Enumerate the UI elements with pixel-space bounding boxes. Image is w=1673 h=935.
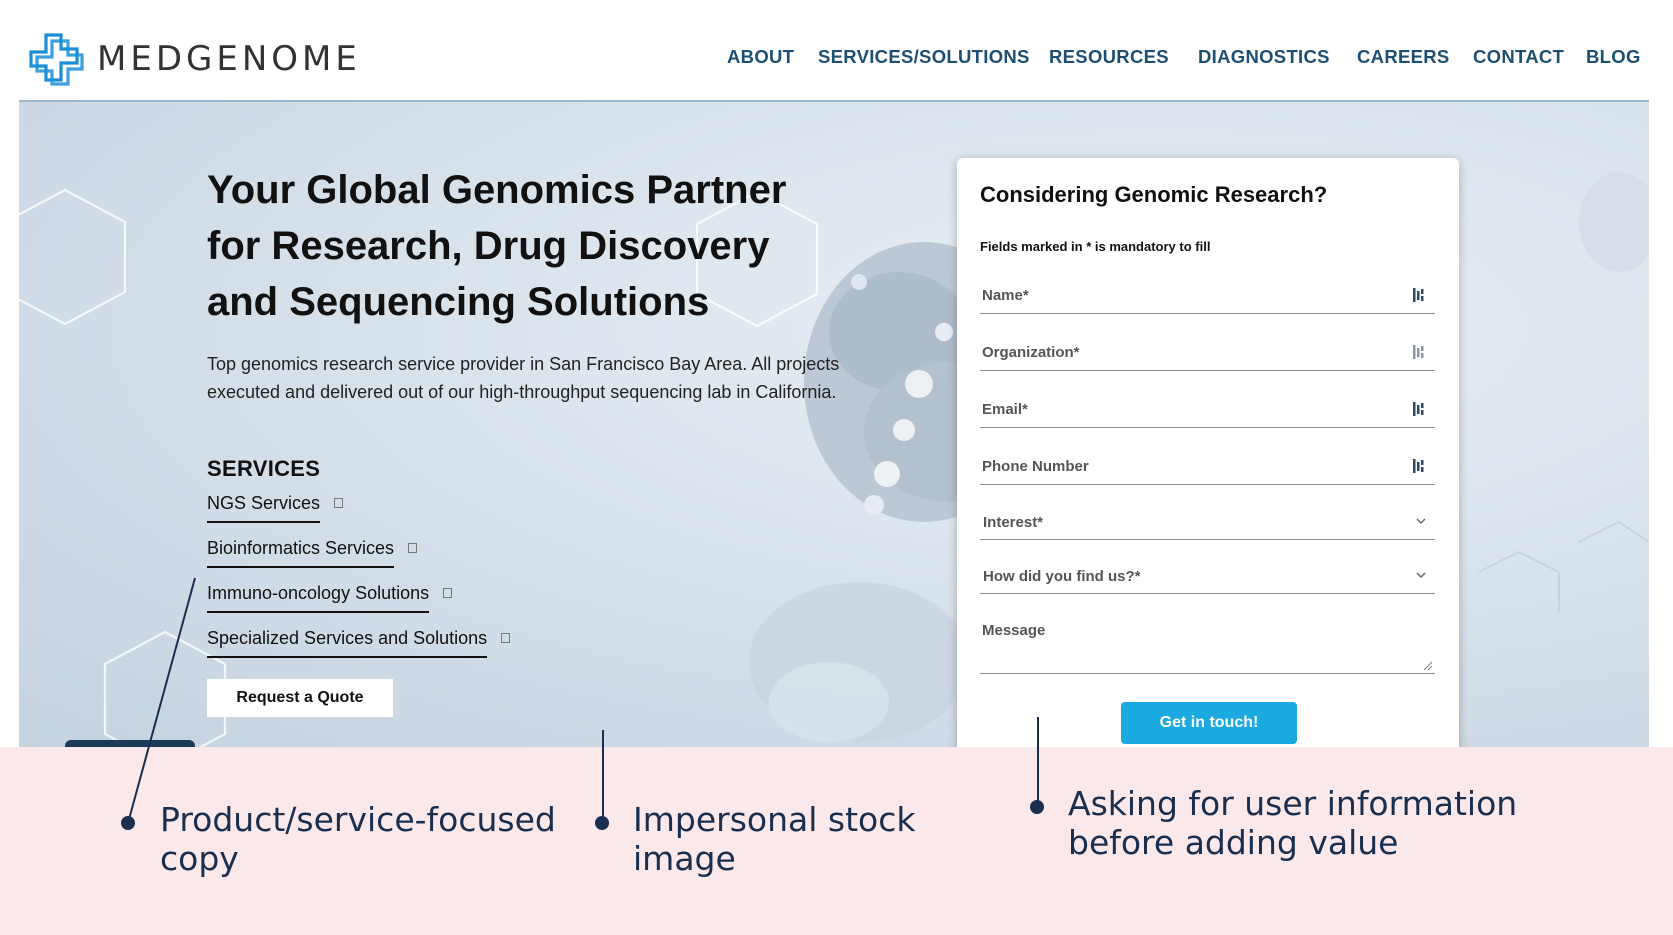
phone-field[interactable] <box>982 453 1402 479</box>
service-link-specialized[interactable]: Specialized Services and Solutions <box>207 628 511 658</box>
autofill-icon <box>1413 345 1424 359</box>
chevron-down-icon <box>1416 572 1426 579</box>
callout-line: Impersonal stock <box>633 800 916 839</box>
hero-subtitle-line: Top genomics research service provider i… <box>207 354 840 374</box>
service-link-label: Specialized Services and Solutions <box>207 628 488 658</box>
hero-title-line: and Sequencing Solutions <box>207 280 710 324</box>
callout-stock-image: Impersonal stock image <box>633 800 915 878</box>
chevron-down-icon <box>1416 518 1426 525</box>
nav-blog[interactable]: BLOG <box>1586 46 1641 68</box>
main-nav: ABOUT SERVICES/SOLUTIONS RESOURCES DIAGN… <box>0 46 1673 70</box>
hero-subtitle: Top genomics research service provider i… <box>207 350 907 406</box>
resize-grip-icon[interactable] <box>1423 661 1433 671</box>
callout-product-copy: Product/service-focused copy <box>160 800 556 878</box>
hero-title: Your Global Genomics Partner for Researc… <box>207 162 887 330</box>
hero-title-line: Your Global Genomics Partner <box>207 168 787 212</box>
square-icon <box>334 498 344 508</box>
nav-diagnostics[interactable]: DIAGNOSTICS <box>1198 46 1330 68</box>
callout-line: Asking for user information <box>1068 784 1518 823</box>
square-icon <box>501 633 511 643</box>
callout-line: image <box>633 839 736 878</box>
request-quote-button[interactable]: Request a Quote <box>207 679 393 717</box>
organization-field-wrapper <box>980 335 1435 371</box>
nav-about[interactable]: ABOUT <box>727 46 794 68</box>
square-icon <box>443 588 453 598</box>
form-mandatory-note: Fields marked in * is mandatory to fill <box>980 239 1211 254</box>
message-field-wrapper <box>980 618 1435 674</box>
square-icon <box>408 543 418 553</box>
autofill-icon <box>1413 288 1424 302</box>
interest-select[interactable]: Interest* <box>980 506 1435 540</box>
services-heading: SERVICES <box>207 456 321 481</box>
callout-bullet <box>121 816 135 830</box>
floating-tab[interactable] <box>65 740 195 747</box>
form-title: Considering Genomic Research? <box>980 182 1328 207</box>
service-link-label: Immuno-oncology Solutions <box>207 583 430 613</box>
site-header: MEDGENOME ABOUT SERVICES/SOLUTIONS RESOU… <box>0 0 1673 102</box>
hero-section: Your Global Genomics Partner for Researc… <box>19 102 1649 747</box>
nav-careers[interactable]: CAREERS <box>1357 46 1450 68</box>
organization-field[interactable] <box>982 339 1402 365</box>
nav-contact[interactable]: CONTACT <box>1473 46 1564 68</box>
hero-title-line: for Research, Drug Discovery <box>207 224 770 268</box>
service-link-label: Bioinformatics Services <box>207 538 395 568</box>
callout-bullet <box>595 816 609 830</box>
service-link-bioinformatics[interactable]: Bioinformatics Services <box>207 538 418 568</box>
autofill-icon <box>1413 402 1424 416</box>
source-select-value: How did you find us?* <box>983 568 1141 585</box>
callout-user-info: Asking for user information before addin… <box>1068 784 1517 862</box>
callout-line: before adding value <box>1068 823 1399 862</box>
name-field[interactable] <box>982 282 1402 308</box>
annotation-band: Product/service-focused copy Impersonal … <box>0 747 1673 935</box>
nav-services-solutions[interactable]: SERVICES/SOLUTIONS <box>818 46 1030 68</box>
autofill-icon <box>1413 459 1424 473</box>
phone-field-wrapper <box>980 449 1435 485</box>
service-link-ngs[interactable]: NGS Services <box>207 493 344 523</box>
hero-subtitle-line: executed and delivered out of our high-t… <box>207 382 837 402</box>
source-select[interactable]: How did you find us?* <box>980 560 1435 594</box>
callout-line: Product/service-focused <box>160 800 556 839</box>
service-link-immuno-oncology[interactable]: Immuno-oncology Solutions <box>207 583 453 613</box>
callout-bullet <box>1030 800 1044 814</box>
callout-line: copy <box>160 839 239 878</box>
email-field[interactable] <box>982 396 1402 422</box>
contact-form: Considering Genomic Research? Fields mar… <box>957 158 1459 747</box>
service-link-label: NGS Services <box>207 493 321 523</box>
nav-resources[interactable]: RESOURCES <box>1049 46 1169 68</box>
get-in-touch-button[interactable]: Get in touch! <box>1121 702 1297 744</box>
interest-select-value: Interest* <box>983 514 1044 531</box>
email-field-wrapper <box>980 392 1435 428</box>
message-field[interactable] <box>982 622 1412 666</box>
name-field-wrapper <box>980 278 1435 314</box>
